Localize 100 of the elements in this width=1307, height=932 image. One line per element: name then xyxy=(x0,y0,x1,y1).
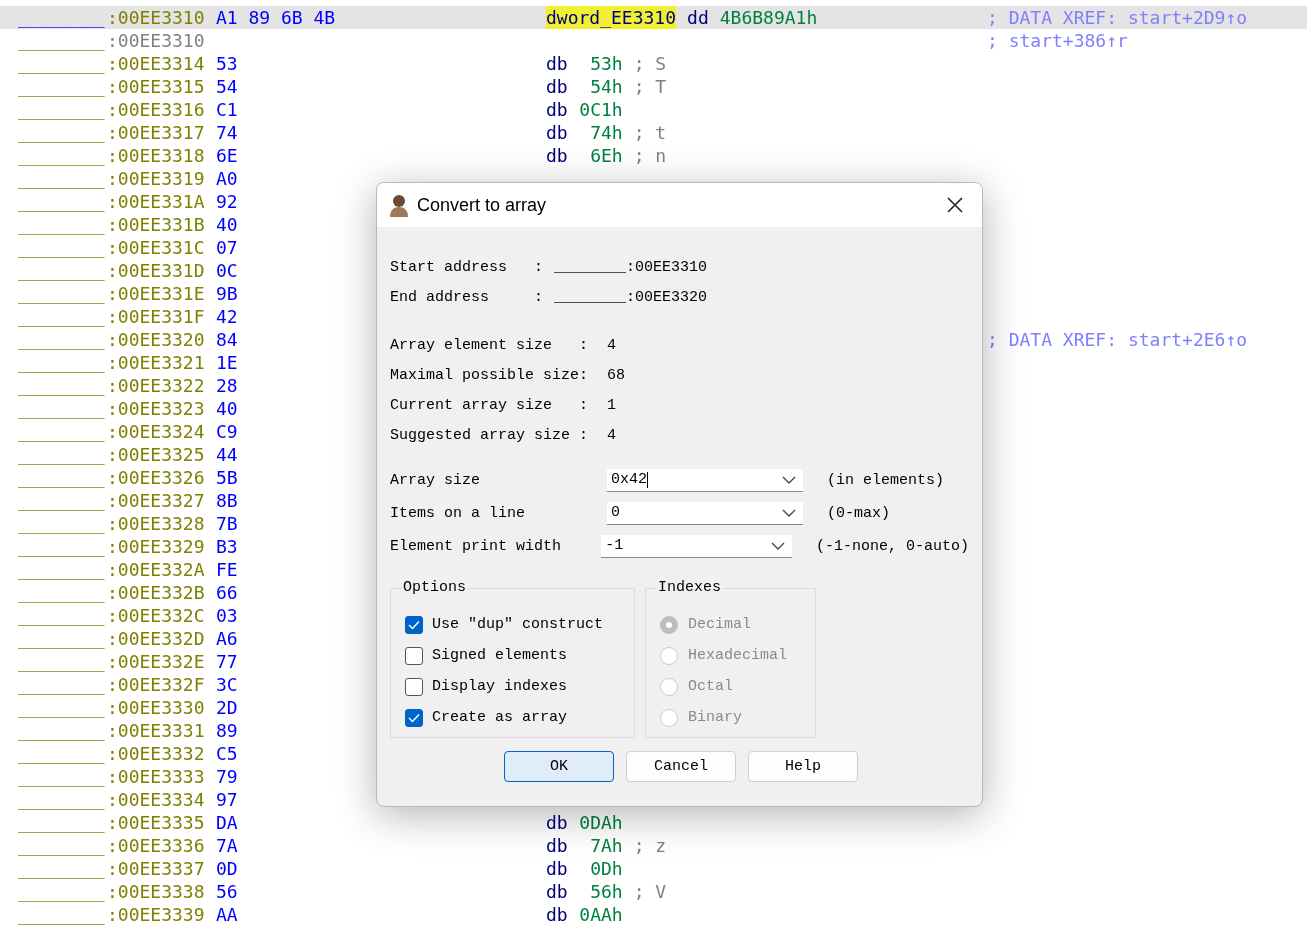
info-label: Current array size : xyxy=(390,396,590,414)
address: :00EE3334 xyxy=(107,788,206,811)
operand: 56h xyxy=(589,880,623,903)
hex-bytes: 54 xyxy=(216,76,238,97)
address: :00EE332B xyxy=(107,581,206,604)
checkbox-label[interactable]: Create as array xyxy=(432,709,568,726)
group-title: Options xyxy=(401,579,468,596)
mnemonic: db xyxy=(546,75,568,98)
hex-bytes: 2D xyxy=(216,697,238,718)
combo-box[interactable]: -1 xyxy=(601,534,792,558)
mnemonic: db xyxy=(546,811,568,834)
segment-name: ________ xyxy=(18,811,106,834)
operand: 74h xyxy=(589,121,623,144)
chevron-down-icon xyxy=(782,475,796,484)
segment-name: ________ xyxy=(18,6,106,29)
xref-comment: ; DATA XREF: start+2D9↑o xyxy=(987,7,1248,28)
checkbox-label[interactable]: Display indexes xyxy=(432,678,568,695)
address: :00EE3314 xyxy=(107,52,206,75)
address: :00EE3327 xyxy=(107,489,206,512)
address: :00EE331C xyxy=(107,236,206,259)
address: :00EE3315 xyxy=(107,75,206,98)
checkbox[interactable] xyxy=(405,677,423,696)
address: :00EE331A xyxy=(107,190,206,213)
combo-box[interactable]: 0x42 xyxy=(607,468,803,492)
hex-bytes: C1 xyxy=(216,99,238,120)
segment-name: ________ xyxy=(18,903,106,926)
hex-bytes: 92 xyxy=(216,191,238,212)
hex-bytes: A0 xyxy=(216,168,238,189)
address: :00EE3310 xyxy=(107,29,206,52)
address: :00EE3338 xyxy=(107,880,206,903)
field-hint: (in elements) xyxy=(827,471,945,489)
address: :00EE3326 xyxy=(107,466,206,489)
segment-name: ________ xyxy=(18,604,106,627)
segment-name: ________ xyxy=(18,305,106,328)
operand: 54h xyxy=(589,75,623,98)
segment-name: ________ xyxy=(18,98,106,121)
char-comment: ; t xyxy=(633,121,667,144)
mnemonic: db xyxy=(546,52,568,75)
segment-name: ________ xyxy=(18,512,106,535)
dialog-button[interactable]: Help xyxy=(748,751,858,782)
address: :00EE3332 xyxy=(107,742,206,765)
operand: 0AAh xyxy=(578,903,623,926)
address: :00EE3333 xyxy=(107,765,206,788)
address: :00EE3336 xyxy=(107,834,206,857)
hex-bytes: C9 xyxy=(216,421,238,442)
hex-bytes: 0D xyxy=(216,858,238,879)
address-value: ________:00EE3310 xyxy=(554,258,708,276)
address: :00EE332A xyxy=(107,558,206,581)
address: :00EE332E xyxy=(107,650,206,673)
operand: 6Eh xyxy=(589,144,623,167)
segment-name: ________ xyxy=(18,696,106,719)
size-value: 4 xyxy=(607,426,616,444)
address: :00EE3329 xyxy=(107,535,206,558)
checkbox-label[interactable]: Use "dup" construct xyxy=(432,616,604,633)
checkbox[interactable] xyxy=(405,646,423,665)
segment-name: ________ xyxy=(18,282,106,305)
address: :00EE3335 xyxy=(107,811,206,834)
hex-bytes: 28 xyxy=(216,375,238,396)
field-hint: (0-max) xyxy=(827,504,890,522)
segment-name: ________ xyxy=(18,75,106,98)
hex-bytes: DA xyxy=(216,812,238,833)
segment-name: ________ xyxy=(18,29,106,52)
hex-bytes: 42 xyxy=(216,306,238,327)
operand: 53h xyxy=(589,52,623,75)
operand: 7Ah xyxy=(589,834,623,857)
segment-name: ________ xyxy=(18,719,106,742)
operand: 4B6B89A1h xyxy=(719,6,818,29)
char-comment: ; S xyxy=(633,52,667,75)
hex-bytes: 40 xyxy=(216,398,238,419)
segment-name: ________ xyxy=(18,213,106,236)
dialog-button[interactable]: OK xyxy=(504,751,614,782)
operand: 0DAh xyxy=(578,811,623,834)
address: :00EE3337 xyxy=(107,857,206,880)
hex-bytes: 66 xyxy=(216,582,238,603)
address: :00EE3316 xyxy=(107,98,206,121)
info-label: End address : xyxy=(390,288,545,306)
hex-bytes: 44 xyxy=(216,444,238,465)
info-label: Suggested array size : xyxy=(390,426,590,444)
checkbox[interactable] xyxy=(405,708,423,727)
hex-bytes: 89 xyxy=(216,720,238,741)
info-label: Maximal possible size: xyxy=(390,366,590,384)
checkbox-label[interactable]: Signed elements xyxy=(432,647,568,664)
hex-bytes: A6 xyxy=(216,628,238,649)
segment-name: ________ xyxy=(18,397,106,420)
address: :00EE331F xyxy=(107,305,206,328)
mnemonic: db xyxy=(546,903,568,926)
checkbox[interactable] xyxy=(405,615,423,634)
char-comment: ; V xyxy=(633,880,667,903)
combo-box[interactable]: 0 xyxy=(607,501,803,525)
dialog-button[interactable]: Cancel xyxy=(626,751,736,782)
hex-bytes: 5B xyxy=(216,467,238,488)
data-label: dword_EE3310 xyxy=(546,6,677,29)
hex-bytes: 40 xyxy=(216,214,238,235)
hex-bytes: 9B xyxy=(216,283,238,304)
operand: 0C1h xyxy=(578,98,623,121)
segment-name: ________ xyxy=(18,558,106,581)
mnemonic: db xyxy=(546,834,568,857)
segment-name: ________ xyxy=(18,121,106,144)
hex-bytes: 6E xyxy=(216,145,238,166)
hex-bytes: 77 xyxy=(216,651,238,672)
